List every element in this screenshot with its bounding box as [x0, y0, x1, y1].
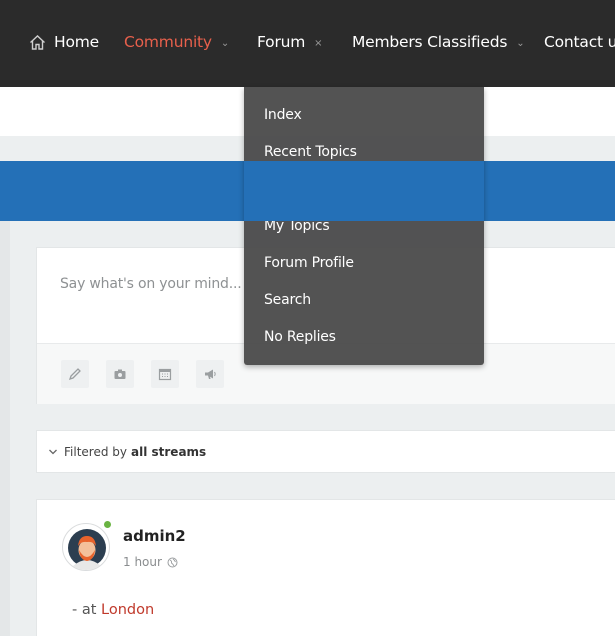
- add-event-button[interactable]: [151, 360, 179, 388]
- megaphone-icon: [205, 369, 216, 379]
- post-timestamp[interactable]: 1 hour: [123, 555, 178, 569]
- close-icon: ×: [314, 37, 323, 49]
- menu-item-my-topics-clip: [244, 221, 484, 239]
- calendar-icon: [158, 368, 172, 381]
- filter-prefix: Filtered by: [64, 444, 127, 459]
- online-status-indicator: [103, 520, 112, 529]
- nav-forum[interactable]: Forum ×: [257, 31, 323, 53]
- post-location: - at London: [72, 602, 154, 618]
- status-input[interactable]: Say what's on your mind...: [60, 276, 242, 292]
- write-status-button[interactable]: [61, 360, 89, 388]
- menu-item-index[interactable]: Index: [264, 107, 302, 123]
- top-navigation: Home Community ⌄ Forum × Members Classif…: [0, 0, 615, 87]
- nav-members-classifieds[interactable]: Members Classifieds ⌄: [352, 31, 525, 53]
- menu-item-forum-profile[interactable]: Forum Profile: [264, 255, 354, 271]
- filter-value: all streams: [131, 444, 207, 459]
- nav-members-classifieds-label: Members Classifieds: [352, 33, 508, 51]
- post-author[interactable]: admin2: [123, 527, 186, 545]
- chevron-down-icon: ⌄: [516, 37, 525, 49]
- nav-home[interactable]: Home: [29, 31, 99, 53]
- nav-forum-label: Forum: [257, 33, 306, 51]
- announce-button[interactable]: [196, 360, 224, 388]
- post-time: 1 hour: [123, 555, 162, 569]
- user-avatar-icon: [68, 529, 106, 570]
- nav-community[interactable]: Community ⌄: [124, 31, 229, 53]
- menu-item-no-replies[interactable]: No Replies: [264, 329, 336, 345]
- stream-filter[interactable]: Filtered by all streams: [36, 430, 615, 473]
- add-photo-button[interactable]: [106, 360, 134, 388]
- camera-icon: [114, 369, 126, 379]
- home-icon: [30, 34, 45, 50]
- avatar[interactable]: [62, 523, 110, 571]
- nav-contact-us-label: Contact us: [544, 33, 615, 51]
- cover-banner-overlay: [244, 161, 484, 221]
- pencil-icon: [68, 368, 81, 381]
- nav-community-label: Community: [124, 33, 212, 51]
- nav-home-label: Home: [54, 33, 99, 51]
- chevron-down-icon: [49, 449, 57, 454]
- menu-item-recent-topics[interactable]: Recent Topics: [264, 144, 357, 160]
- location-prefix: - at: [72, 602, 97, 618]
- nav-contact-us[interactable]: Contact us: [544, 31, 615, 53]
- globe-icon: [167, 557, 178, 567]
- menu-item-search[interactable]: Search: [264, 292, 311, 308]
- left-sidebar-edge: [0, 221, 10, 636]
- location-link[interactable]: London: [101, 602, 154, 618]
- stream-post: admin2 1 hour - at London: [36, 499, 615, 636]
- chevron-down-icon: ⌄: [220, 37, 230, 49]
